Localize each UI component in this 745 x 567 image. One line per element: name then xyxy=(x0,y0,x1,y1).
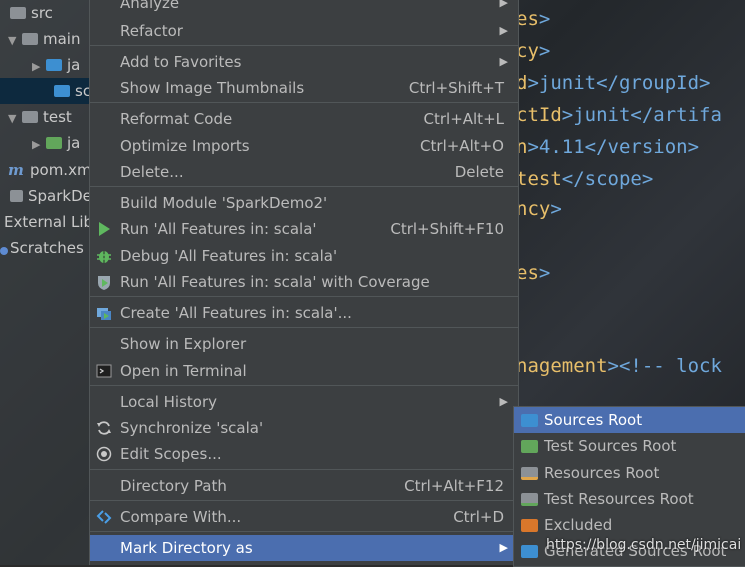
menu-item-add-to-favorites[interactable]: Add to Favorites ▶ xyxy=(90,49,518,75)
menu-item-open-in-terminal[interactable]: Open in Terminal xyxy=(90,358,518,384)
resources-folder-icon xyxy=(521,467,538,480)
chevron-right-icon[interactable]: ▶ xyxy=(32,132,46,158)
test-sources-folder-icon xyxy=(521,440,538,453)
file-icon xyxy=(10,190,23,202)
menu-separator xyxy=(90,327,518,328)
chevron-down-icon[interactable]: ▼ xyxy=(8,106,22,132)
menu-item-run[interactable]: Run 'All Features in: scala' Ctrl+Shift+F… xyxy=(90,216,518,242)
submenu-arrow-icon: ▶ xyxy=(499,395,508,408)
tree-item-test[interactable]: ▼ test xyxy=(8,104,72,130)
menu-item-create-config[interactable]: Create 'All Features in: scala'... xyxy=(90,300,518,326)
submenu-arrow-icon: ▶ xyxy=(499,24,508,37)
folder-icon xyxy=(46,59,62,71)
menu-item-local-history[interactable]: Local History ▶ xyxy=(90,389,518,415)
menu-item-optimize-imports[interactable]: Optimize Imports Ctrl+Alt+O xyxy=(90,133,518,159)
menu-separator xyxy=(90,469,518,470)
menu-item-directory-path[interactable]: Directory Path Ctrl+Alt+F12 xyxy=(90,473,518,499)
submenu-item-excluded[interactable]: Excluded xyxy=(514,512,745,538)
code-line: es> xyxy=(516,262,551,284)
coverage-icon xyxy=(98,276,110,290)
menu-separator xyxy=(90,531,518,532)
menu-item-analyze[interactable]: Analyze ▶ xyxy=(90,0,518,16)
menu-item-show-image-thumbnails[interactable]: Show Image Thumbnails Ctrl+Shift+T xyxy=(90,75,518,101)
sync-icon xyxy=(97,421,111,435)
compare-icon xyxy=(96,510,112,524)
scope-icon xyxy=(96,446,112,462)
tree-item-sparkdemo[interactable]: SparkDe xyxy=(10,183,92,209)
code-line: nagement><!-- lock xyxy=(516,355,722,377)
test-resources-folder-icon xyxy=(521,493,538,506)
tree-item-java[interactable]: ▶ ja xyxy=(32,52,80,78)
tree-item-scratches[interactable]: Scratches a xyxy=(0,235,98,261)
menu-separator xyxy=(90,385,518,386)
menu-item-show-in-explorer[interactable]: Show in Explorer xyxy=(90,331,518,357)
context-menu: Analyze ▶ Refactor ▶ Add to Favorites ▶ Sho… xyxy=(89,0,519,565)
tree-item-scala[interactable]: sc xyxy=(0,78,91,104)
code-line: n>4.11</version> xyxy=(516,136,700,158)
submenu-arrow-icon: ▶ xyxy=(499,0,508,9)
menu-separator xyxy=(90,296,518,297)
submenu-arrow-icon: ▶ xyxy=(499,541,508,554)
menu-item-mark-directory-as[interactable]: Mark Directory as ▶ xyxy=(90,535,518,561)
menu-item-refactor[interactable]: Refactor ▶ xyxy=(90,18,518,44)
submenu-item-sources-root[interactable]: Sources Root xyxy=(514,407,745,433)
menu-separator xyxy=(90,186,518,187)
code-line: ncy> xyxy=(516,198,562,220)
menu-item-compare-with[interactable]: Compare With... Ctrl+D xyxy=(90,504,518,530)
menu-item-edit-scopes[interactable]: Edit Scopes... xyxy=(90,441,518,467)
menu-separator xyxy=(90,500,518,501)
create-config-icon xyxy=(97,308,111,320)
project-tree: src ▼ main ▶ ja sc ▼ test ▶ ja m pom.xm Spark… xyxy=(0,0,98,565)
chevron-right-icon[interactable]: ▶ xyxy=(32,54,46,80)
submenu-item-resources-root[interactable]: Resources Root xyxy=(514,460,745,486)
code-line: d>junit</groupId> xyxy=(516,72,711,94)
submenu-item-test-resources-root[interactable]: Test Resources Root xyxy=(514,486,745,512)
menu-separator xyxy=(90,45,518,46)
code-line: test</scope> xyxy=(516,168,654,190)
code-line: ctId>junit</artifa xyxy=(516,104,722,126)
terminal-icon xyxy=(96,364,112,378)
menu-item-debug[interactable]: Debug 'All Features in: scala' xyxy=(90,243,518,269)
sources-root-folder-icon xyxy=(521,414,538,427)
chevron-down-icon[interactable]: ▼ xyxy=(8,28,22,54)
folder-icon xyxy=(10,7,26,19)
debug-icon xyxy=(97,251,111,263)
tree-item-pom[interactable]: m pom.xm xyxy=(8,157,92,183)
folder-icon xyxy=(22,111,38,123)
menu-item-run-with-coverage[interactable]: Run 'All Features in: scala' with Covera… xyxy=(90,269,518,295)
menu-item-synchronize[interactable]: Synchronize 'scala' xyxy=(90,415,518,441)
scratches-icon xyxy=(0,247,8,255)
folder-icon xyxy=(22,33,38,45)
tree-item-java-test[interactable]: ▶ ja xyxy=(32,130,80,156)
menu-item-delete[interactable]: Delete... Delete xyxy=(90,159,518,185)
tree-item-external-libraries[interactable]: External Lib xyxy=(4,209,93,235)
submenu-arrow-icon: ▶ xyxy=(499,55,508,68)
folder-icon xyxy=(54,85,70,97)
maven-icon: m xyxy=(8,161,24,179)
watermark: https://blog.csdn.net/jimicai xyxy=(546,537,742,553)
generated-sources-folder-icon xyxy=(521,545,538,558)
menu-item-build-module[interactable]: Build Module 'SparkDemo2' xyxy=(90,190,518,216)
run-icon xyxy=(99,222,110,236)
tree-item-main[interactable]: ▼ main xyxy=(8,26,80,52)
code-line: es> xyxy=(516,8,551,30)
excluded-folder-icon xyxy=(521,519,538,532)
code-line: cy> xyxy=(516,40,551,62)
menu-separator xyxy=(90,102,518,103)
folder-icon xyxy=(46,137,62,149)
menu-item-reformat-code[interactable]: Reformat Code Ctrl+Alt+L xyxy=(90,106,518,132)
tree-item-src[interactable]: src xyxy=(10,0,53,26)
submenu-item-test-sources-root[interactable]: Test Sources Root xyxy=(514,433,745,459)
